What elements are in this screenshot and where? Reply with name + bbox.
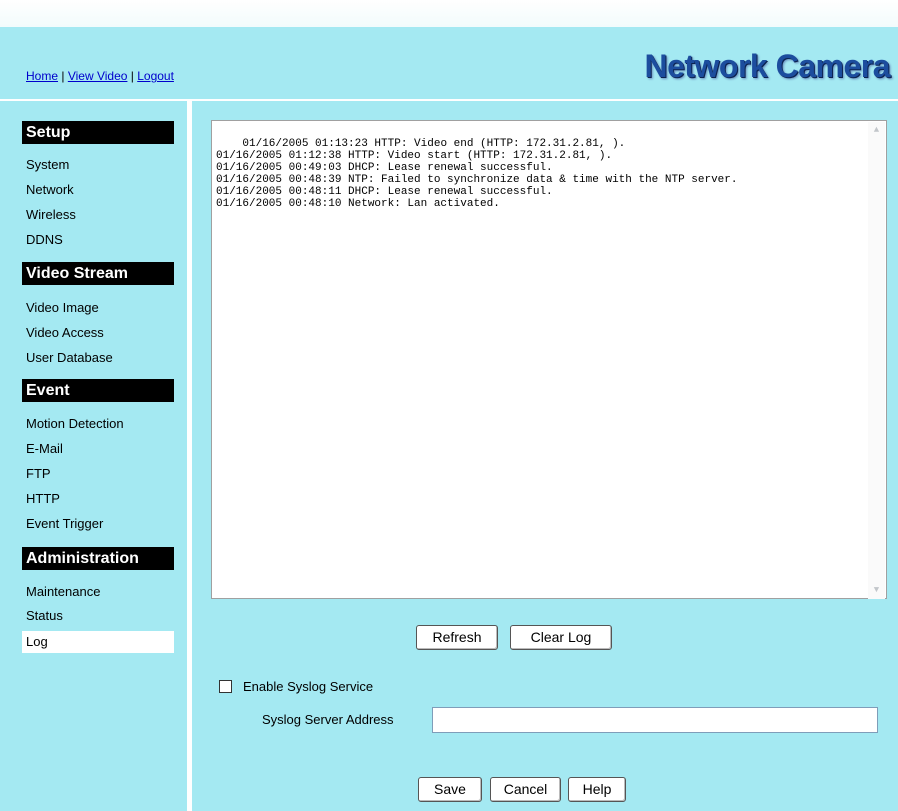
- section-setup: Setup: [22, 121, 174, 144]
- sidebar-item-video-access[interactable]: Video Access: [26, 325, 104, 340]
- section-video-stream: Video Stream: [22, 262, 174, 285]
- sidebar-item-motion-detection[interactable]: Motion Detection: [26, 416, 124, 431]
- clear-log-button[interactable]: Clear Log: [510, 625, 612, 650]
- enable-syslog-checkbox[interactable]: [219, 680, 232, 693]
- scroll-up-icon[interactable]: ▲: [870, 124, 883, 137]
- top-strip: [0, 0, 898, 27]
- sidebar-item-status[interactable]: Status: [26, 608, 63, 623]
- sidebar-item-network[interactable]: Network: [26, 182, 74, 197]
- logout-link[interactable]: Logout: [137, 69, 174, 83]
- save-button[interactable]: Save: [418, 777, 482, 802]
- help-button[interactable]: Help: [568, 777, 626, 802]
- sidebar: Setup System Network Wireless DDNS Video…: [0, 101, 187, 811]
- sidebar-item-user-database[interactable]: User Database: [26, 350, 113, 365]
- view-video-link[interactable]: View Video: [68, 69, 128, 83]
- sidebar-item-http[interactable]: HTTP: [26, 491, 60, 506]
- syslog-server-label: Syslog Server Address: [262, 712, 394, 727]
- section-administration: Administration: [22, 547, 174, 570]
- sidebar-item-video-image[interactable]: Video Image: [26, 300, 99, 315]
- log-text: 01/16/2005 01:13:23 HTTP: Video end (HTT…: [216, 138, 738, 210]
- sidebar-item-email[interactable]: E-Mail: [26, 441, 63, 456]
- header: Home | View Video | Logout Network Camer…: [0, 27, 898, 99]
- syslog-server-input[interactable]: [432, 707, 878, 733]
- nav-separator: |: [127, 69, 138, 83]
- sidebar-item-ftp[interactable]: FTP: [26, 466, 51, 481]
- top-nav: Home | View Video | Logout: [26, 69, 174, 83]
- nav-separator: |: [58, 69, 68, 83]
- enable-syslog-label: Enable Syslog Service: [243, 679, 374, 694]
- scroll-down-icon[interactable]: ▼: [870, 584, 883, 597]
- cancel-button[interactable]: Cancel: [490, 777, 561, 802]
- sidebar-item-log[interactable]: Log: [22, 631, 174, 653]
- brand-logo: Network Camera: [644, 48, 890, 84]
- log-textarea[interactable]: 01/16/2005 01:13:23 HTTP: Video end (HTT…: [211, 120, 887, 599]
- log-scrollbar[interactable]: ▲ ▼: [868, 122, 885, 599]
- sidebar-item-ddns[interactable]: DDNS: [26, 232, 63, 247]
- sidebar-item-wireless[interactable]: Wireless: [26, 207, 76, 222]
- refresh-button[interactable]: Refresh: [416, 625, 498, 650]
- sidebar-item-maintenance[interactable]: Maintenance: [26, 584, 100, 599]
- main-content: 01/16/2005 01:13:23 HTTP: Video end (HTT…: [192, 101, 898, 811]
- sidebar-item-event-trigger[interactable]: Event Trigger: [26, 516, 103, 531]
- home-link[interactable]: Home: [26, 69, 58, 83]
- section-event: Event: [22, 379, 174, 402]
- sidebar-item-system[interactable]: System: [26, 157, 69, 172]
